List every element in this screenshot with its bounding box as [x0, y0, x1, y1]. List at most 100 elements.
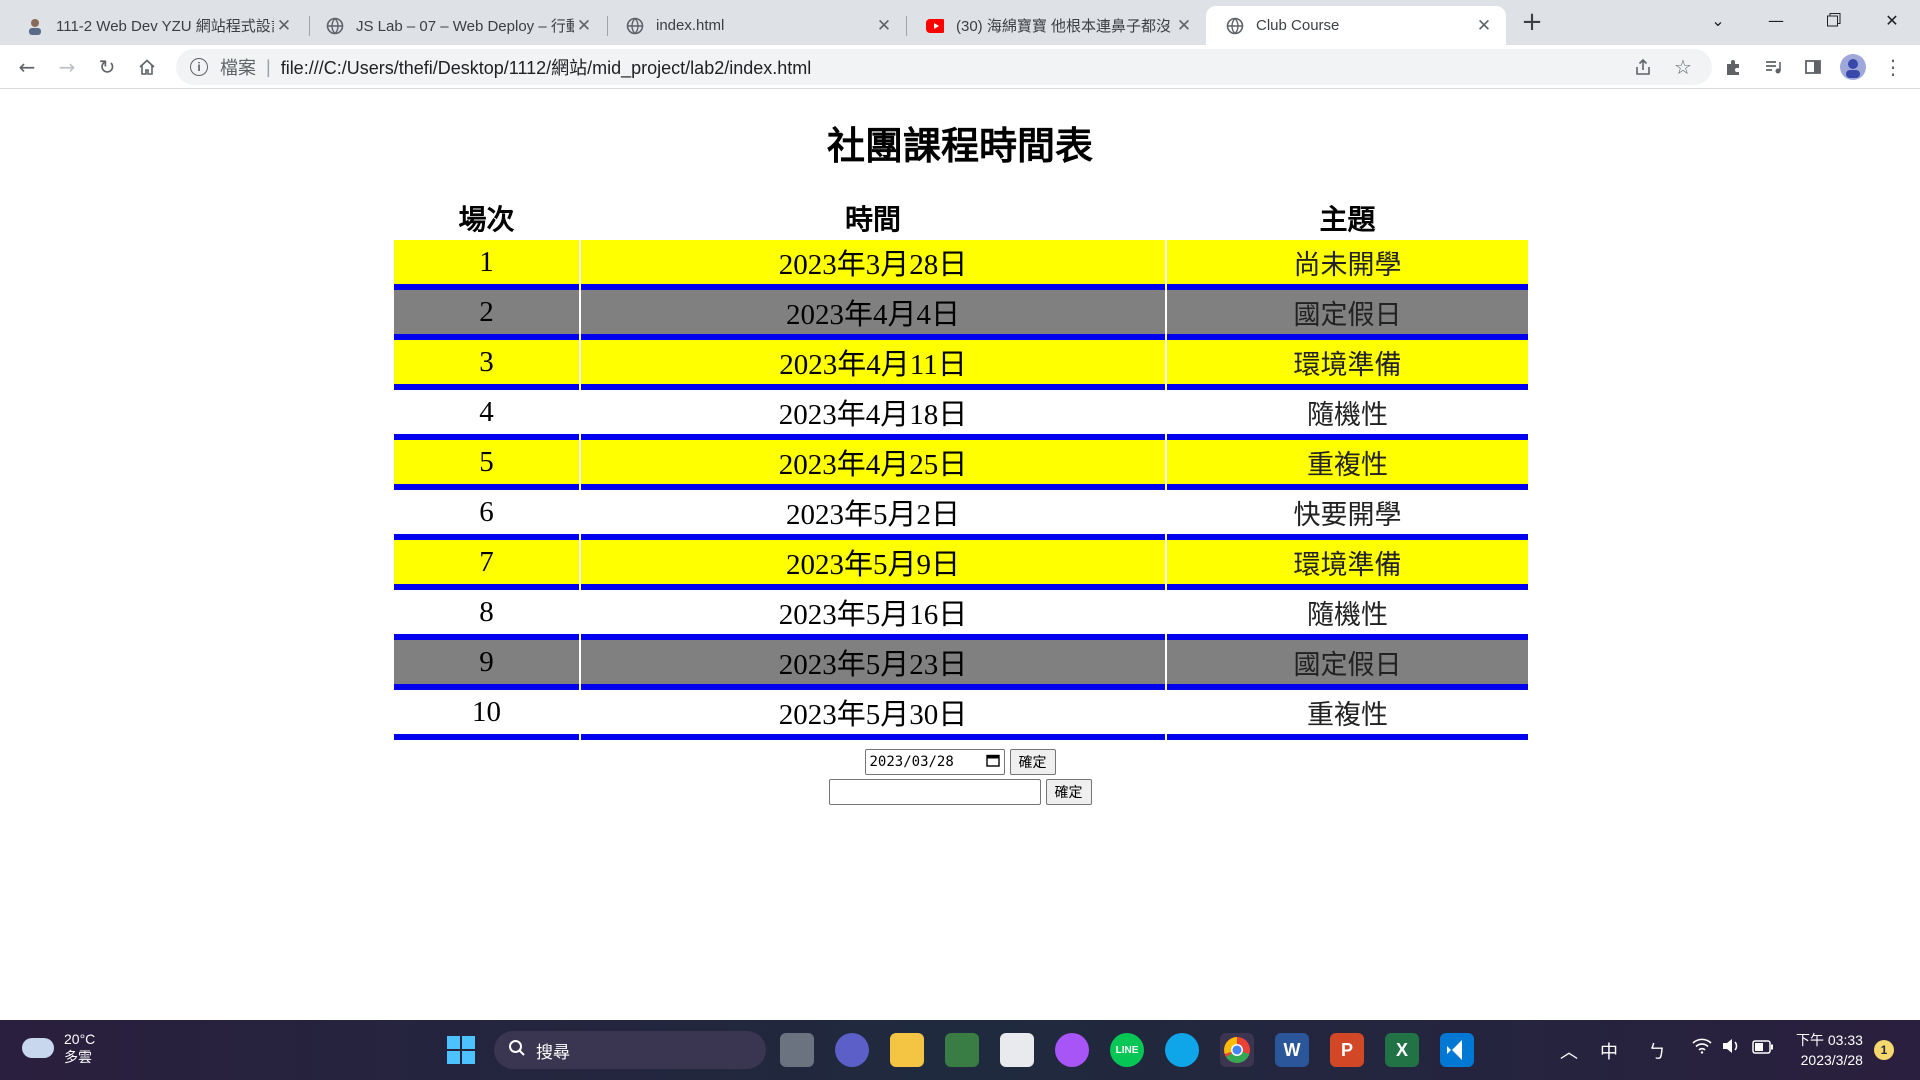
photos-app-icon[interactable] — [945, 1033, 979, 1067]
tab-web-dev-yzu[interactable]: 111-2 Web Dev YZU 網站程式設計 ✕ — [6, 6, 306, 45]
windows-taskbar: 20°C 多雲 搜尋 LINE W P X ︿ 中 ㄅ 下午 03:33 202… — [0, 1020, 1920, 1080]
tab-title: index.html — [656, 17, 725, 34]
tab-title: (30) 海綿寶寶 他根本連鼻子都沒 — [956, 18, 1172, 35]
microsoft-store-icon[interactable] — [1000, 1033, 1034, 1067]
cell-topic: 重複性 — [1167, 690, 1528, 740]
table-row: 7 2023年5月9日 環境準備 — [394, 540, 1528, 590]
table-row: 9 2023年5月23日 國定假日 — [394, 640, 1528, 690]
cell-topic: 國定假日 — [1167, 290, 1528, 340]
home-icon[interactable] — [132, 52, 162, 82]
search-icon — [508, 1039, 526, 1062]
side-panel-icon[interactable] — [1798, 52, 1828, 82]
minimize-icon[interactable]: — — [1748, 0, 1804, 40]
browser-toolbar: ← → ↻ i 檔案 | file:///C:/Users/thefi/Desk… — [0, 45, 1920, 89]
table-row: 3 2023年4月11日 環境準備 — [394, 340, 1528, 390]
tab-search-chevron-down-icon[interactable]: ⌄ — [1690, 0, 1746, 40]
table-row: 1 2023年3月28日 尚未開學 — [394, 240, 1528, 290]
windows-start-icon[interactable] — [444, 1033, 478, 1067]
cell-topic: 國定假日 — [1167, 640, 1528, 690]
date-input[interactable]: 2023/03/28 — [864, 749, 1005, 775]
weather-temp: 20°C — [64, 1031, 96, 1047]
text-confirm-button[interactable]: 確定 — [1045, 779, 1092, 805]
cell-topic: 隨機性 — [1167, 590, 1528, 640]
globe-icon — [1226, 17, 1244, 35]
address-bar[interactable]: i 檔案 | file:///C:/Users/thefi/Desktop/11… — [176, 49, 1712, 85]
cell-session: 6 — [394, 490, 579, 540]
edge-browser-icon[interactable] — [1165, 1033, 1199, 1067]
cell-session: 2 — [394, 290, 579, 340]
chrome-browser-icon[interactable] — [1220, 1033, 1254, 1067]
media-queue-icon[interactable] — [1758, 52, 1788, 82]
new-tab-plus-icon[interactable]: + — [1518, 8, 1546, 36]
forward-arrow-icon[interactable]: → — [52, 52, 82, 82]
restore-icon[interactable] — [1806, 0, 1862, 40]
text-form: 確定 — [0, 779, 1920, 805]
info-icon[interactable]: i — [190, 58, 208, 76]
cell-topic: 隨機性 — [1167, 390, 1528, 440]
user-avatar-icon — [26, 17, 44, 35]
teams-chat-icon[interactable] — [835, 1033, 869, 1067]
profile-avatar-icon[interactable] — [1838, 52, 1868, 82]
drop-app-icon[interactable] — [1055, 1033, 1089, 1067]
tab-youtube[interactable]: (30) 海綿寶寶 他根本連鼻子都沒 ✕ — [906, 6, 1206, 45]
cell-session: 7 — [394, 540, 579, 590]
url-text[interactable]: file:///C:/Users/thefi/Desktop/1112/網站/m… — [281, 54, 812, 80]
ime-language[interactable]: 中 — [1600, 1038, 1618, 1064]
close-icon[interactable]: ✕ — [274, 16, 294, 36]
tab-club-course[interactable]: Club Course ✕ — [1206, 6, 1506, 45]
battery-icon[interactable] — [1752, 1038, 1774, 1059]
reload-icon[interactable]: ↻ — [92, 52, 122, 82]
table-row: 2 2023年4月4日 國定假日 — [394, 290, 1528, 340]
cell-session: 10 — [394, 690, 579, 740]
ime-mode[interactable]: ㄅ — [1648, 1038, 1666, 1064]
taskbar-search[interactable]: 搜尋 — [494, 1031, 766, 1069]
schedule-table: 場次 時間 主題 1 2023年3月28日 尚未開學 2 2023年4月4日 國定假日 3 2… — [392, 196, 1530, 740]
cell-session: 8 — [394, 590, 579, 640]
task-view-icon[interactable] — [780, 1033, 814, 1067]
tab-js-lab[interactable]: JS Lab – 07 – Web Deploy – 行動 ✕ — [306, 6, 606, 45]
date-form: 2023/03/28 確定 — [0, 749, 1920, 775]
weather-condition: 多雲 — [64, 1049, 92, 1065]
back-arrow-icon[interactable]: ← — [12, 52, 42, 82]
vscode-app-icon[interactable] — [1440, 1033, 1474, 1067]
close-icon[interactable]: ✕ — [1174, 16, 1194, 36]
line-app-icon[interactable]: LINE — [1110, 1033, 1144, 1067]
globe-icon — [626, 17, 644, 35]
weather-widget[interactable]: 20°C 多雲 — [22, 1030, 95, 1066]
close-icon[interactable]: ✕ — [874, 16, 894, 36]
cell-session: 5 — [394, 440, 579, 490]
extensions-puzzle-icon[interactable] — [1718, 52, 1748, 82]
tab-title: 111-2 Web Dev YZU 網站程式設計 — [56, 18, 274, 35]
table-row: 10 2023年5月30日 重複性 — [394, 690, 1528, 740]
notification-badge[interactable]: 1 — [1874, 1040, 1894, 1060]
calendar-icon[interactable] — [985, 753, 1000, 771]
cell-topic: 重複性 — [1167, 440, 1528, 490]
close-icon[interactable]: ✕ — [1474, 16, 1494, 36]
more-menu-icon[interactable]: ⋮ — [1878, 52, 1908, 82]
page-title: 社團課程時間表 — [826, 124, 1093, 168]
file-explorer-icon[interactable] — [890, 1033, 924, 1067]
clock-time: 下午 03:33 — [1796, 1032, 1863, 1048]
cell-date: 2023年4月18日 — [581, 390, 1165, 440]
close-window-icon[interactable]: ✕ — [1864, 0, 1920, 40]
tray-chevron-up-icon[interactable]: ︿ — [1560, 1038, 1578, 1064]
table-row: 6 2023年5月2日 快要開學 — [394, 490, 1528, 540]
system-clock[interactable]: 下午 03:33 2023/3/28 — [1796, 1030, 1863, 1070]
tab-title: Club Course — [1256, 17, 1340, 34]
tab-index-html[interactable]: index.html ✕ — [606, 6, 906, 45]
excel-app-icon[interactable]: X — [1385, 1033, 1419, 1067]
text-input[interactable] — [828, 779, 1041, 805]
close-icon[interactable]: ✕ — [574, 16, 594, 36]
bookmark-star-icon[interactable]: ☆ — [1668, 52, 1698, 82]
cell-topic: 尚未開學 — [1167, 240, 1528, 290]
wifi-icon[interactable] — [1692, 1038, 1712, 1059]
date-confirm-button[interactable]: 確定 — [1009, 749, 1056, 775]
cell-date: 2023年4月11日 — [581, 340, 1165, 390]
cell-session: 4 — [394, 390, 579, 440]
cell-topic: 快要開學 — [1167, 490, 1528, 540]
powerpoint-app-icon[interactable]: P — [1330, 1033, 1364, 1067]
cell-session: 1 — [394, 240, 579, 290]
word-app-icon[interactable]: W — [1275, 1033, 1309, 1067]
share-icon[interactable] — [1628, 52, 1658, 82]
volume-icon[interactable] — [1722, 1038, 1740, 1059]
